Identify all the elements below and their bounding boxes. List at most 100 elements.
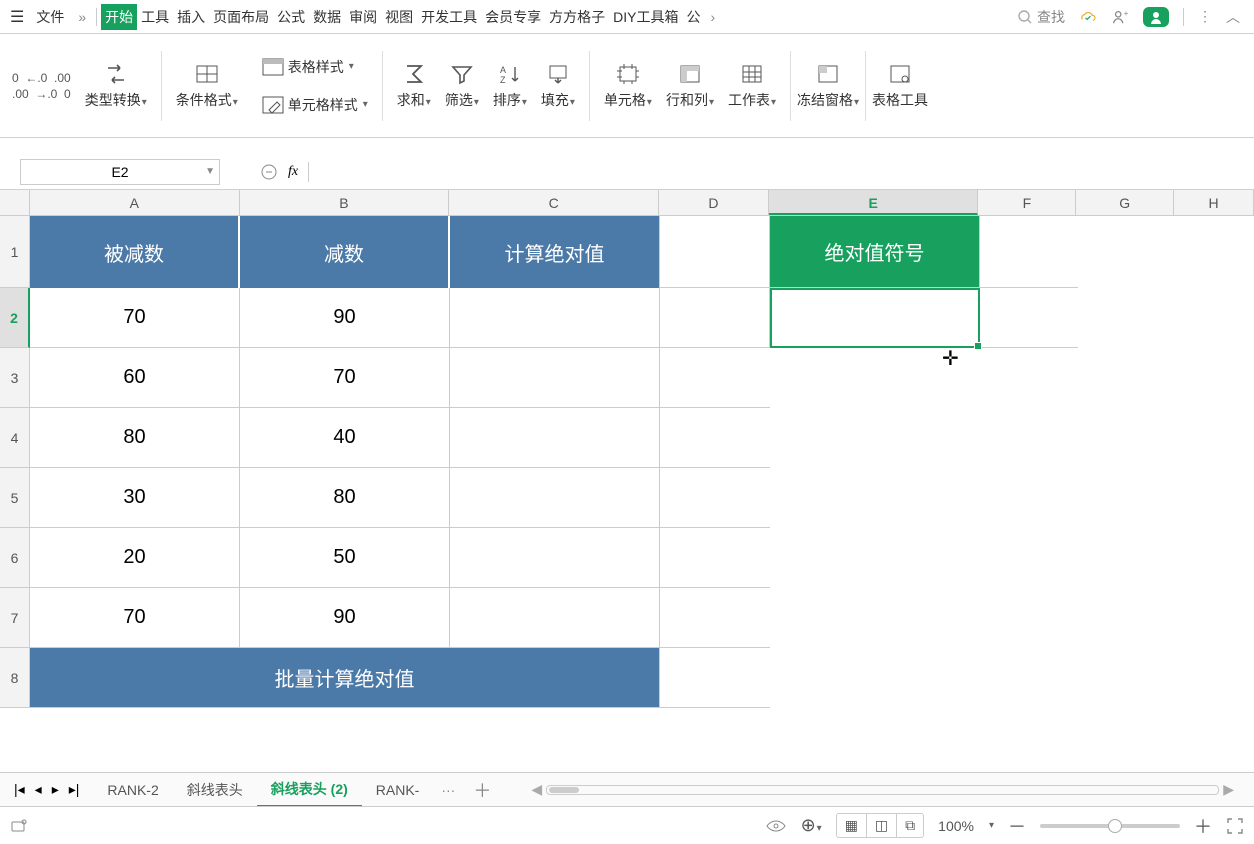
cell-c2[interactable] xyxy=(450,288,660,348)
zoom-value[interactable]: 100% xyxy=(938,818,974,834)
tab-ffgz[interactable]: 方方格子 xyxy=(545,4,609,30)
view-normal-icon[interactable]: ▦ xyxy=(837,814,867,837)
cancel-icon[interactable] xyxy=(260,163,278,181)
more-vert-icon[interactable]: ⋮ xyxy=(1198,8,1212,25)
col-head-e[interactable]: E xyxy=(769,190,979,215)
fill-button[interactable]: 填充▾ xyxy=(537,60,579,112)
cell-b3[interactable]: 70 xyxy=(240,348,450,408)
cell-b1[interactable]: 减数 xyxy=(240,216,450,288)
rowcol-button[interactable]: 行和列▾ xyxy=(662,60,718,112)
cell-d4[interactable] xyxy=(660,408,770,468)
sum-button[interactable]: 求和▾ xyxy=(393,60,435,112)
cell-b7[interactable]: 90 xyxy=(240,588,450,648)
sheet-tab-3[interactable]: RANK- xyxy=(362,776,434,804)
search-box[interactable]: 查找 xyxy=(1017,7,1065,27)
cell-e2[interactable] xyxy=(770,288,980,348)
cell-a8-merged[interactable]: 批量计算绝对值 xyxy=(30,648,660,708)
cell-b4[interactable]: 40 xyxy=(240,408,450,468)
row-head-7[interactable]: 7 xyxy=(0,588,30,648)
tab-review[interactable]: 审阅 xyxy=(345,4,381,30)
cell-d2[interactable] xyxy=(660,288,770,348)
sheet-tab-2[interactable]: 斜线表头 (2) xyxy=(257,773,362,807)
tab-data[interactable]: 数据 xyxy=(309,4,345,30)
tab-pagelayout[interactable]: 页面布局 xyxy=(209,4,273,30)
cell-a4[interactable]: 80 xyxy=(30,408,240,468)
cell-c1[interactable]: 计算绝对值 xyxy=(450,216,660,288)
zoom-slider[interactable] xyxy=(1040,824,1180,828)
tab-devtools[interactable]: 开发工具 xyxy=(417,4,481,30)
next-sheet-icon[interactable]: ▸ xyxy=(52,781,59,798)
cell-style-button[interactable]: 单元格样式▾ xyxy=(258,93,372,117)
cell-b2[interactable]: 90 xyxy=(240,288,450,348)
col-head-a[interactable]: A xyxy=(30,190,240,215)
sheet-more-icon[interactable]: ··· xyxy=(433,782,463,798)
cell-a6[interactable]: 20 xyxy=(30,528,240,588)
collapse-ribbon-icon[interactable]: ︿ xyxy=(1226,7,1240,27)
row-head-3[interactable]: 3 xyxy=(0,348,30,408)
sort-button[interactable]: AZ 排序▾ xyxy=(489,60,531,112)
cell-b5[interactable]: 80 xyxy=(240,468,450,528)
cell-button[interactable]: 单元格▾ xyxy=(600,60,656,112)
fx-label[interactable]: fx xyxy=(288,164,298,180)
cell-a2[interactable]: 70 xyxy=(30,288,240,348)
cell-f2[interactable] xyxy=(980,288,1078,348)
row-head-1[interactable]: 1 xyxy=(0,216,30,288)
tab-tool[interactable]: 工具 xyxy=(137,4,173,30)
cell-d1[interactable] xyxy=(660,216,770,288)
sheet-tab-0[interactable]: RANK-2 xyxy=(93,776,172,804)
cell-a3[interactable]: 60 xyxy=(30,348,240,408)
col-head-g[interactable]: G xyxy=(1076,190,1174,215)
tabs-overflow-icon[interactable]: › xyxy=(704,9,721,25)
horizontal-scrollbar[interactable]: ◀ ▶ xyxy=(531,784,1234,796)
menu-icon[interactable]: ☰ xyxy=(6,7,28,27)
zoom-out-icon[interactable]: － xyxy=(1008,813,1026,839)
focus-icon[interactable]: ⊕▾ xyxy=(801,815,822,836)
chevron-down-icon[interactable]: ▼ xyxy=(205,166,215,177)
tab-formula[interactable]: 公式 xyxy=(273,4,309,30)
view-break-icon[interactable]: ⧉ xyxy=(897,814,923,837)
tab-diy[interactable]: DIY工具箱 xyxy=(609,4,682,30)
cell-a5[interactable]: 30 xyxy=(30,468,240,528)
eye-icon[interactable] xyxy=(765,818,787,834)
tab-insert[interactable]: 插入 xyxy=(173,4,209,30)
cell-c6[interactable] xyxy=(450,528,660,588)
cell-c5[interactable] xyxy=(450,468,660,528)
view-page-icon[interactable]: ◫ xyxy=(867,814,897,837)
prev-sheet-icon[interactable]: ◂ xyxy=(35,781,42,798)
row-head-8[interactable]: 8 xyxy=(0,648,30,708)
row-head-5[interactable]: 5 xyxy=(0,468,30,528)
zoom-in-icon[interactable]: ＋ xyxy=(1194,813,1212,839)
filter-button[interactable]: 筛选▾ xyxy=(441,60,483,112)
cell-e1[interactable]: 绝对值符号 xyxy=(770,216,980,288)
cell-a7[interactable]: 70 xyxy=(30,588,240,648)
cell-d7[interactable] xyxy=(660,588,770,648)
add-user-icon[interactable]: + xyxy=(1111,8,1129,26)
fullscreen-icon[interactable] xyxy=(1226,817,1244,835)
sheet-tab-1[interactable]: 斜线表头 xyxy=(173,774,257,806)
cell-b6[interactable]: 50 xyxy=(240,528,450,588)
row-head-2[interactable]: 2 xyxy=(0,288,30,348)
col-head-d[interactable]: D xyxy=(659,190,769,215)
first-sheet-icon[interactable]: |◂ xyxy=(14,781,25,798)
tabletool-button[interactable]: 表格工具 xyxy=(868,60,932,112)
col-head-b[interactable]: B xyxy=(240,190,450,215)
cell-f1[interactable] xyxy=(980,216,1078,288)
row-head-6[interactable]: 6 xyxy=(0,528,30,588)
cell-d8[interactable] xyxy=(660,648,770,708)
cell-c3[interactable] xyxy=(450,348,660,408)
tab-view[interactable]: 视图 xyxy=(381,4,417,30)
file-menu[interactable]: 文件 xyxy=(28,7,72,27)
decimal-group[interactable]: 0 ←.0 .00 .00 →.0 0 xyxy=(12,71,71,101)
row-head-4[interactable]: 4 xyxy=(0,408,30,468)
table-style-button[interactable]: 表格样式▾ xyxy=(258,55,358,79)
col-head-f[interactable]: F xyxy=(978,190,1076,215)
more-icon[interactable]: » xyxy=(72,9,92,25)
add-sheet-icon[interactable]: ＋ xyxy=(463,777,501,803)
tab-start[interactable]: 开始 xyxy=(101,4,137,30)
freeze-button[interactable]: 冻结窗格▾ xyxy=(793,60,863,112)
tab-member[interactable]: 会员专享 xyxy=(481,4,545,30)
cell-c7[interactable] xyxy=(450,588,660,648)
type-convert-button[interactable]: 类型转换▾ xyxy=(81,60,151,112)
select-all-corner[interactable] xyxy=(0,190,30,215)
record-macro-icon[interactable] xyxy=(10,817,28,835)
